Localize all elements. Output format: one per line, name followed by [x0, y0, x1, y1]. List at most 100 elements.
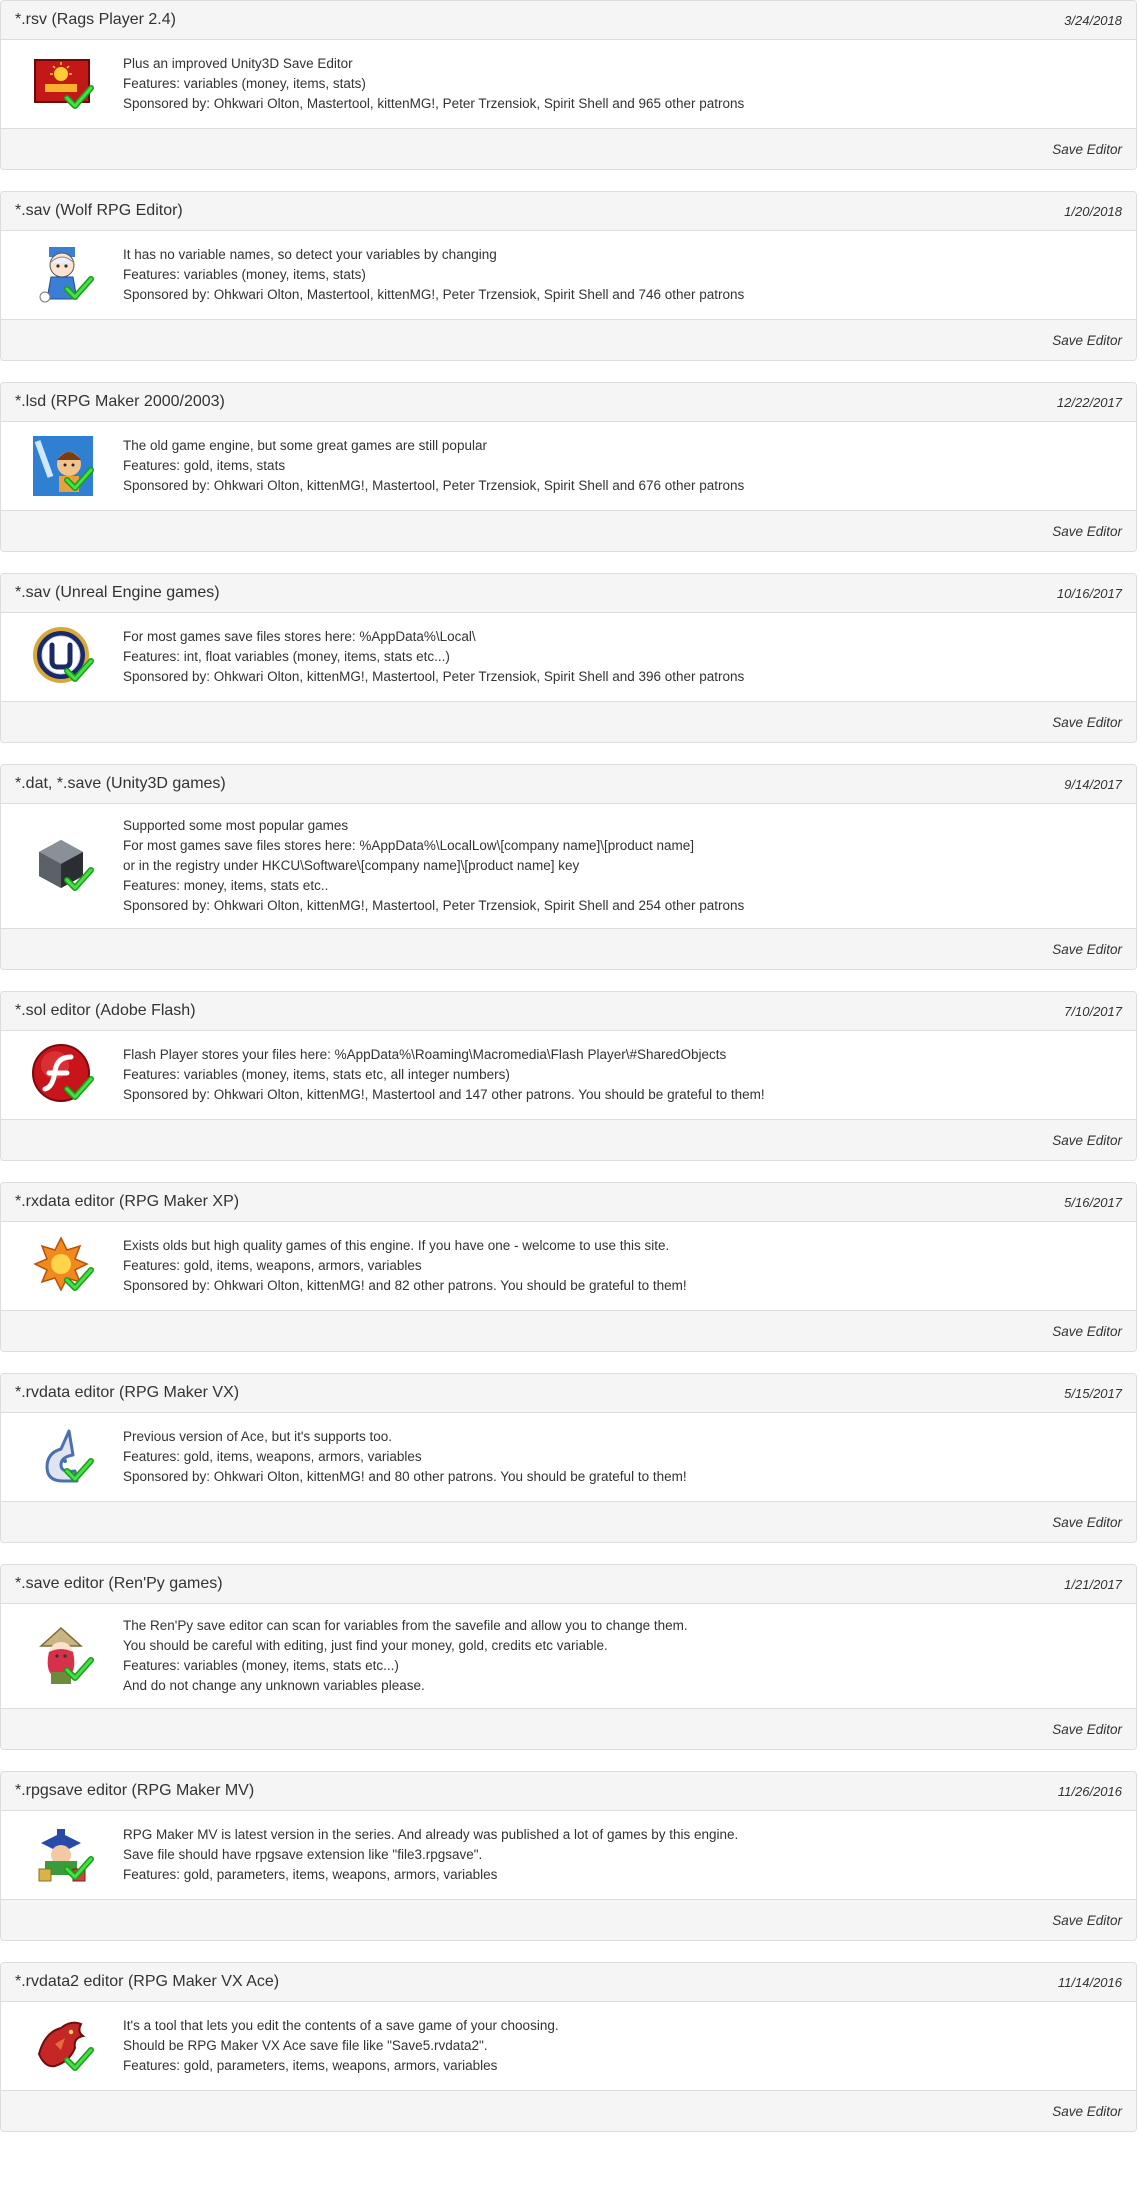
panel-heading: *.lsd (RPG Maker 2000/2003) 12/22/2017	[1, 383, 1136, 422]
description-line: Sponsored by: Ohkwari Olton, kittenMG! a…	[123, 1278, 687, 1293]
panel-footer: Save Editor	[1, 128, 1136, 169]
panel-body: The Ren'Py save editor can scan for vari…	[1, 1604, 1136, 1708]
description-line: Flash Player stores your files here: %Ap…	[123, 1047, 727, 1062]
panel-description: Supported some most popular games For mos…	[123, 816, 744, 916]
editor-panel: *.sol editor (Adobe Flash) 7/10/2017 Flash…	[0, 991, 1137, 1161]
panel-date: 5/15/2017	[1064, 1385, 1122, 1401]
save-editor-link[interactable]: Save Editor	[1052, 333, 1122, 348]
save-editor-link[interactable]: Save Editor	[1052, 1515, 1122, 1530]
panel-heading: *.sav (Wolf RPG Editor) 1/20/2018	[1, 192, 1136, 231]
save-editor-link[interactable]: Save Editor	[1052, 524, 1122, 539]
description-line: Features: money, items, stats etc..	[123, 878, 329, 893]
description-line: Exists olds but high quality games of th…	[123, 1238, 670, 1253]
description-line: Features: gold, parameters, items, weapo…	[123, 2058, 498, 2073]
panel-description: It's a tool that lets you edit the conte…	[123, 2016, 559, 2076]
panel-title: *.lsd (RPG Maker 2000/2003)	[15, 393, 225, 410]
save-editor-link[interactable]: Save Editor	[1052, 1133, 1122, 1148]
panel-heading: *.rpgsave editor (RPG Maker MV) 11/26/201…	[1, 1772, 1136, 1811]
description-line: Features: gold, items, stats	[123, 458, 286, 473]
description-line: Features: variables (money, items, stats…	[123, 1658, 399, 1673]
panel-description: Previous version of Ace, but it's suppor…	[123, 1427, 687, 1487]
panel-description: It has no variable names, so detect your…	[123, 245, 744, 305]
save-editor-link[interactable]: Save Editor	[1052, 715, 1122, 730]
wolf-rpg-icon	[31, 243, 95, 307]
panel-date: 5/16/2017	[1064, 1194, 1122, 1210]
panel-footer: Save Editor	[1, 1310, 1136, 1351]
panel-title: *.rpgsave editor (RPG Maker MV)	[15, 1782, 255, 1799]
rags-icon	[31, 52, 95, 116]
save-editor-link[interactable]: Save Editor	[1052, 2104, 1122, 2119]
panel-title: *.rsv (Rags Player 2.4)	[15, 11, 176, 28]
panel-description: RPG Maker MV is latest version in the se…	[123, 1825, 738, 1885]
editor-panel: *.rvdata editor (RPG Maker VX) 5/15/2017 P…	[0, 1373, 1137, 1543]
panel-date: 11/14/2016	[1057, 1974, 1122, 1990]
panel-heading: *.sol editor (Adobe Flash) 7/10/2017	[1, 992, 1136, 1031]
description-line: Features: variables (money, items, stats…	[123, 267, 366, 282]
panel-date: 1/21/2017	[1064, 1576, 1122, 1592]
description-line: The Ren'Py save editor can scan for vari…	[123, 1618, 688, 1633]
panel-body: Plus an improved Unity3D Save Editor Feat…	[1, 40, 1136, 128]
rpg-maker-vx-icon	[31, 1425, 95, 1489]
editor-panel: *.save editor (Ren'Py games) 1/21/2017 The…	[0, 1564, 1137, 1750]
editor-panel: *.sav (Wolf RPG Editor) 1/20/2018 It has n…	[0, 191, 1137, 361]
description-line: RPG Maker MV is latest version in the se…	[123, 1827, 739, 1842]
panel-description: For most games save files stores here: %…	[123, 627, 744, 687]
description-line: Features: gold, items, weapons, armors, …	[123, 1258, 422, 1273]
panel-description: The old game engine, but some great game…	[123, 436, 744, 496]
save-editor-link[interactable]: Save Editor	[1052, 142, 1122, 157]
panel-footer: Save Editor	[1, 701, 1136, 742]
panel-body: The old game engine, but some great game…	[1, 422, 1136, 510]
panel-body: Supported some most popular games For mos…	[1, 804, 1136, 928]
rpg-maker-vx-ace-icon	[31, 2014, 95, 2078]
panel-body: For most games save files stores here: %…	[1, 613, 1136, 701]
description-line: You should be careful with editing, just…	[123, 1638, 608, 1653]
rpg-maker-2000-icon	[31, 434, 95, 498]
panel-footer: Save Editor	[1, 1708, 1136, 1749]
panel-heading: *.sav (Unreal Engine games) 10/16/2017	[1, 574, 1136, 613]
description-line: For most games save files stores here: %…	[123, 838, 695, 853]
panel-heading: *.save editor (Ren'Py games) 1/21/2017	[1, 1565, 1136, 1604]
panel-title: *.sol editor (Adobe Flash)	[15, 1002, 196, 1019]
panel-date: 7/10/2017	[1064, 1003, 1122, 1019]
panel-body: It's a tool that lets you edit the conte…	[1, 2002, 1136, 2090]
panel-date: 1/20/2018	[1064, 203, 1122, 219]
description-line: Sponsored by: Ohkwari Olton, kittenMG! a…	[123, 1469, 687, 1484]
panel-description: Exists olds but high quality games of th…	[123, 1236, 687, 1296]
panel-footer: Save Editor	[1, 510, 1136, 551]
panel-footer: Save Editor	[1, 928, 1136, 969]
description-line: Features: variables (money, items, stats…	[123, 76, 366, 91]
panel-title: *.dat, *.save (Unity3D games)	[15, 775, 226, 792]
panel-date: 12/22/2017	[1056, 394, 1122, 410]
panel-heading: *.rxdata editor (RPG Maker XP) 5/16/2017	[1, 1183, 1136, 1222]
editor-panel: *.rpgsave editor (RPG Maker MV) 11/26/201…	[0, 1771, 1137, 1941]
editor-panel: *.rvdata2 editor (RPG Maker VX Ace) 11/14…	[0, 1962, 1137, 2132]
description-line: The old game engine, but some great game…	[123, 438, 487, 453]
unity3d-icon	[31, 834, 95, 898]
panel-description: Plus an improved Unity3D Save Editor Feat…	[123, 54, 744, 114]
editor-panel: *.sav (Unreal Engine games) 10/16/2017 For…	[0, 573, 1137, 743]
description-line: Sponsored by: Ohkwari Olton, kittenMG!, …	[123, 1087, 765, 1102]
panel-footer: Save Editor	[1, 2090, 1136, 2131]
panel-title: *.sav (Wolf RPG Editor)	[15, 202, 183, 219]
panel-date: 11/26/2016	[1057, 1783, 1122, 1799]
description-line: It's a tool that lets you edit the conte…	[123, 2018, 559, 2033]
save-editor-link[interactable]: Save Editor	[1052, 1913, 1122, 1928]
panel-body: It has no variable names, so detect your…	[1, 231, 1136, 319]
description-line: Features: gold, items, weapons, armors, …	[123, 1449, 422, 1464]
description-line: Supported some most popular games	[123, 818, 349, 833]
description-line: Features: int, float variables (money, i…	[123, 649, 450, 664]
description-line: Should be RPG Maker VX Ace save file lik…	[123, 2038, 488, 2053]
panel-title: *.save editor (Ren'Py games)	[15, 1575, 223, 1592]
description-line: Plus an improved Unity3D Save Editor	[123, 56, 353, 71]
save-editor-link[interactable]: Save Editor	[1052, 942, 1122, 957]
adobe-flash-icon	[31, 1043, 95, 1107]
panel-footer: Save Editor	[1, 1119, 1136, 1160]
description-line: Sponsored by: Ohkwari Olton, kittenMG!, …	[123, 898, 745, 913]
unreal-engine-icon	[31, 625, 95, 689]
description-line: For most games save files stores here: %…	[123, 629, 476, 644]
panel-body: RPG Maker MV is latest version in the se…	[1, 1811, 1136, 1899]
save-editor-link[interactable]: Save Editor	[1052, 1324, 1122, 1339]
editor-panel: *.rsv (Rags Player 2.4) 3/24/2018 Plus an …	[0, 0, 1137, 170]
panel-title: *.rxdata editor (RPG Maker XP)	[15, 1193, 240, 1210]
save-editor-link[interactable]: Save Editor	[1052, 1722, 1122, 1737]
